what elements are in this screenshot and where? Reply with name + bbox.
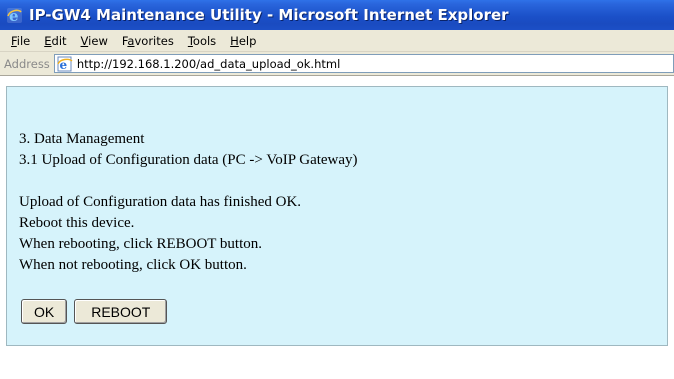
- message-line: Reboot this device.: [19, 215, 135, 231]
- menu-view[interactable]: View: [74, 34, 115, 48]
- window-title: IP-GW4 Maintenance Utility - Microsoft I…: [29, 6, 509, 24]
- address-input[interactable]: e http://192.168.1.200/ad_data_upload_ok…: [53, 54, 674, 73]
- message-line: When rebooting, click REBOOT button.: [19, 236, 263, 252]
- menu-bar: File Edit View Favorites Tools Help: [0, 30, 674, 52]
- message-line: Upload of Configuration data has finishe…: [19, 194, 302, 210]
- menu-tools[interactable]: Tools: [181, 34, 223, 48]
- message-panel: 3. Data Management 3.1 Upload of Configu…: [6, 86, 668, 346]
- message-line: When not rebooting, click OK button.: [19, 257, 247, 273]
- reboot-button[interactable]: REBOOT: [74, 299, 168, 324]
- address-label: Address: [4, 56, 50, 71]
- ok-button[interactable]: OK: [21, 299, 68, 324]
- title-bar[interactable]: e IP-GW4 Maintenance Utility - Microsoft…: [0, 0, 674, 30]
- address-bar: Address e http://192.168.1.200/ad_data_u…: [0, 52, 674, 76]
- menu-favorites[interactable]: Favorites: [115, 34, 181, 48]
- browser-window: e IP-GW4 Maintenance Utility - Microsoft…: [0, 0, 674, 379]
- menu-edit[interactable]: Edit: [37, 34, 73, 48]
- menu-help[interactable]: Help: [223, 34, 263, 48]
- address-url: http://192.168.1.200/ad_data_upload_ok.h…: [76, 56, 341, 71]
- ie-page-icon: e: [57, 56, 73, 72]
- ie-logo-icon: e: [7, 7, 22, 24]
- button-row: OK REBOOT: [21, 299, 667, 324]
- subsection-title: 3.1 Upload of Configuration data (PC -> …: [19, 152, 358, 168]
- page-content: 3. Data Management 3.1 Upload of Configu…: [0, 80, 674, 379]
- section-title: 3. Data Management: [19, 131, 145, 147]
- menu-file[interactable]: File: [4, 34, 37, 48]
